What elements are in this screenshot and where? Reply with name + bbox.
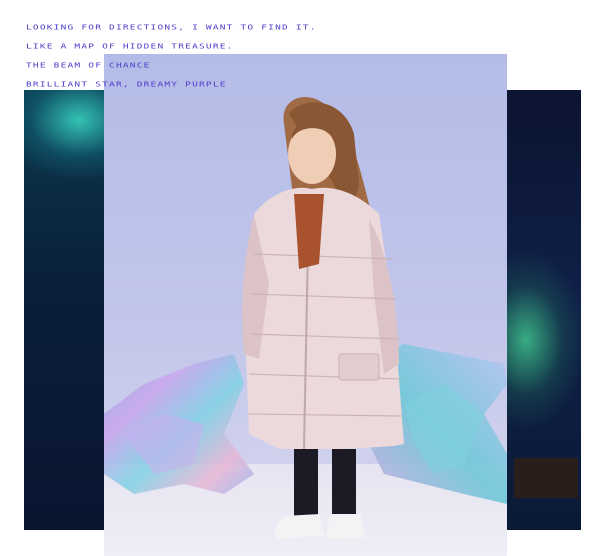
main-photo [104,54,507,556]
child-in-puffer-coat [242,97,404,539]
right-aurora-panel [506,90,581,530]
left-aurora-panel [24,90,104,530]
tagline: Looking for directions, I want to find i… [26,18,406,94]
tagline-line-4: Brilliant star, dreamy purple [26,80,227,89]
house-silhouette [514,458,578,498]
tagline-line-2: Like a map of hidden treasure. [26,42,234,51]
tagline-line-1: Looking for directions, I want to find i… [26,23,317,32]
tagline-line-3: The beam of chance [26,61,151,70]
